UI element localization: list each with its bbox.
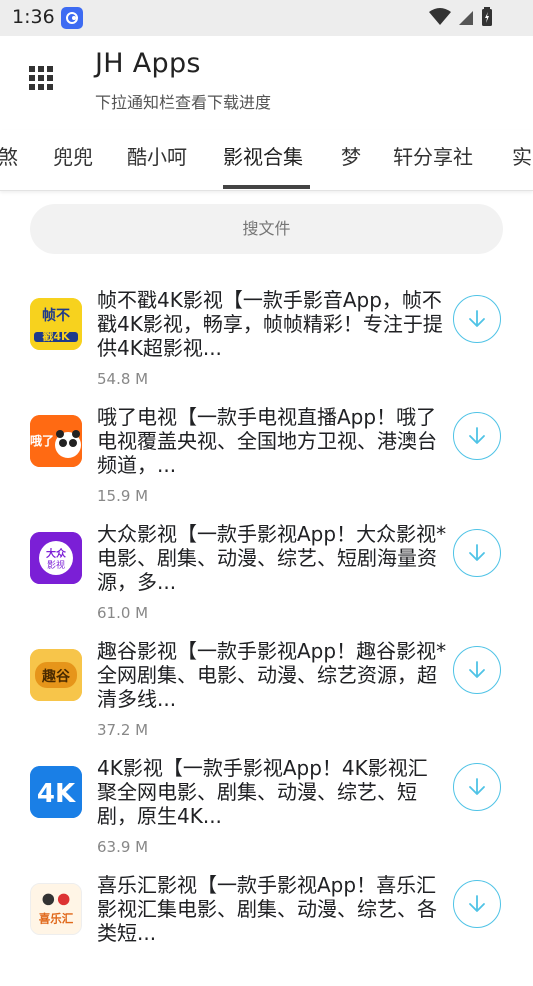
app-description: 4K影视【一款手影视App！4K影视汇聚全网电影、剧集、动漫、综艺、短剧，原生4… bbox=[97, 756, 428, 828]
svg-text:帧不: 帧不 bbox=[42, 307, 70, 324]
tab-item[interactable]: 煞 bbox=[0, 141, 18, 170]
download-icon bbox=[469, 310, 485, 327]
app-description: 喜乐汇影视【一款手影视App！喜乐汇影视汇集电影、剧集、动漫、综艺、各类短... bbox=[97, 873, 437, 945]
download-button[interactable] bbox=[453, 529, 501, 577]
download-button[interactable] bbox=[453, 763, 501, 811]
download-button[interactable] bbox=[453, 646, 501, 694]
download-button[interactable] bbox=[453, 295, 501, 343]
app-description: 大众影视【一款手影视App！大众影视*电影、剧集、动漫、综艺、短剧海量资源，多.… bbox=[97, 522, 447, 594]
app-size: 63.9 M bbox=[97, 838, 149, 856]
list-item[interactable]: 喜乐汇 喜乐汇影视【一款手影视App！喜乐汇影视汇集电影、剧集、动漫、综艺、各类… bbox=[0, 869, 533, 986]
list-item[interactable]: 趣谷 趣谷影视【一款手影视App！趣谷影视*全网剧集、电影、动漫、综艺资源，超清… bbox=[0, 635, 533, 752]
app-icon: 哦了 bbox=[30, 415, 82, 467]
list-item[interactable]: 哦了 哦了电视【一款手电视直播App！哦了电视覆盖央视、全国地方卫视、港澳台频道… bbox=[0, 401, 533, 518]
tab-item[interactable]: 轩分享社 bbox=[393, 141, 473, 170]
list-item[interactable]: 4K 4K影视【一款手影视App！4K影视汇聚全网电影、剧集、动漫、综艺、短剧，… bbox=[0, 752, 533, 869]
download-icon bbox=[469, 661, 485, 678]
download-icon bbox=[469, 778, 485, 795]
svg-text:戳4K: 戳4K bbox=[42, 329, 70, 343]
svg-text:哦了: 哦了 bbox=[30, 433, 54, 448]
tab-indicator bbox=[223, 185, 310, 189]
app-description: 趣谷影视【一款手影视App！趣谷影视*全网剧集、电影、动漫、综艺资源，超清多线.… bbox=[97, 639, 447, 711]
app-size: 61.0 M bbox=[97, 604, 149, 622]
wifi-icon bbox=[429, 8, 451, 30]
status-bar: 1:36 bbox=[0, 0, 533, 36]
app-description: 哦了电视【一款手电视直播App！哦了电视覆盖央视、全国地方卫视、港澳台频道，..… bbox=[97, 405, 437, 477]
download-icon bbox=[469, 427, 485, 444]
list-item[interactable]: 帧不 戳4K 帧不戳4K影视【一款手影音App，帧不戳4K影视，畅享，帧帧精彩！… bbox=[0, 284, 533, 401]
svg-text:影视: 影视 bbox=[47, 559, 65, 571]
download-icon bbox=[469, 895, 485, 912]
svg-text:大众: 大众 bbox=[46, 547, 67, 560]
app-icon: 4K bbox=[30, 766, 82, 818]
app-size: 54.8 M bbox=[97, 370, 149, 388]
apps-grid-icon[interactable] bbox=[29, 66, 53, 90]
svg-text:4K: 4K bbox=[37, 779, 76, 809]
status-icons bbox=[429, 7, 493, 31]
app-description: 帧不戳4K影视【一款手影音App，帧不戳4K影视，畅享，帧帧精彩！专注于提供4K… bbox=[97, 288, 443, 360]
svg-text:趣谷: 趣谷 bbox=[41, 668, 71, 685]
svg-text:喜乐汇: 喜乐汇 bbox=[39, 911, 74, 925]
app-icon: 喜乐汇 bbox=[30, 883, 82, 935]
category-tabs: 煞 兜兜 酷小呵 影视合集 梦 轩分享社 实 bbox=[0, 130, 533, 191]
download-icon bbox=[469, 544, 485, 561]
download-button[interactable] bbox=[453, 880, 501, 928]
tab-item[interactable]: 兜兜 bbox=[53, 141, 93, 170]
app-icon: 趣谷 bbox=[30, 649, 82, 701]
tab-item[interactable]: 梦 bbox=[341, 141, 361, 170]
list-item[interactable]: 大众 影视 大众影视【一款手影视App！大众影视*电影、剧集、动漫、综艺、短剧海… bbox=[0, 518, 533, 635]
notification-app-icon bbox=[61, 7, 83, 29]
app-size: 37.2 M bbox=[97, 721, 149, 739]
signal-icon bbox=[457, 8, 475, 30]
app-title: JH Apps bbox=[95, 48, 201, 79]
battery-icon bbox=[481, 7, 493, 31]
search-input[interactable] bbox=[30, 204, 503, 254]
app-icon: 帧不 戳4K bbox=[30, 298, 82, 350]
tab-item[interactable]: 酷小呵 bbox=[127, 141, 187, 170]
app-size: 15.9 M bbox=[97, 487, 149, 505]
status-time: 1:36 bbox=[12, 6, 55, 28]
tab-item-active[interactable]: 影视合集 bbox=[223, 141, 303, 170]
app-icon: 大众 影视 bbox=[30, 532, 82, 584]
app-subtitle: 下拉通知栏查看下载进度 bbox=[95, 93, 272, 112]
download-button[interactable] bbox=[453, 412, 501, 460]
tab-item[interactable]: 实 bbox=[512, 141, 532, 170]
